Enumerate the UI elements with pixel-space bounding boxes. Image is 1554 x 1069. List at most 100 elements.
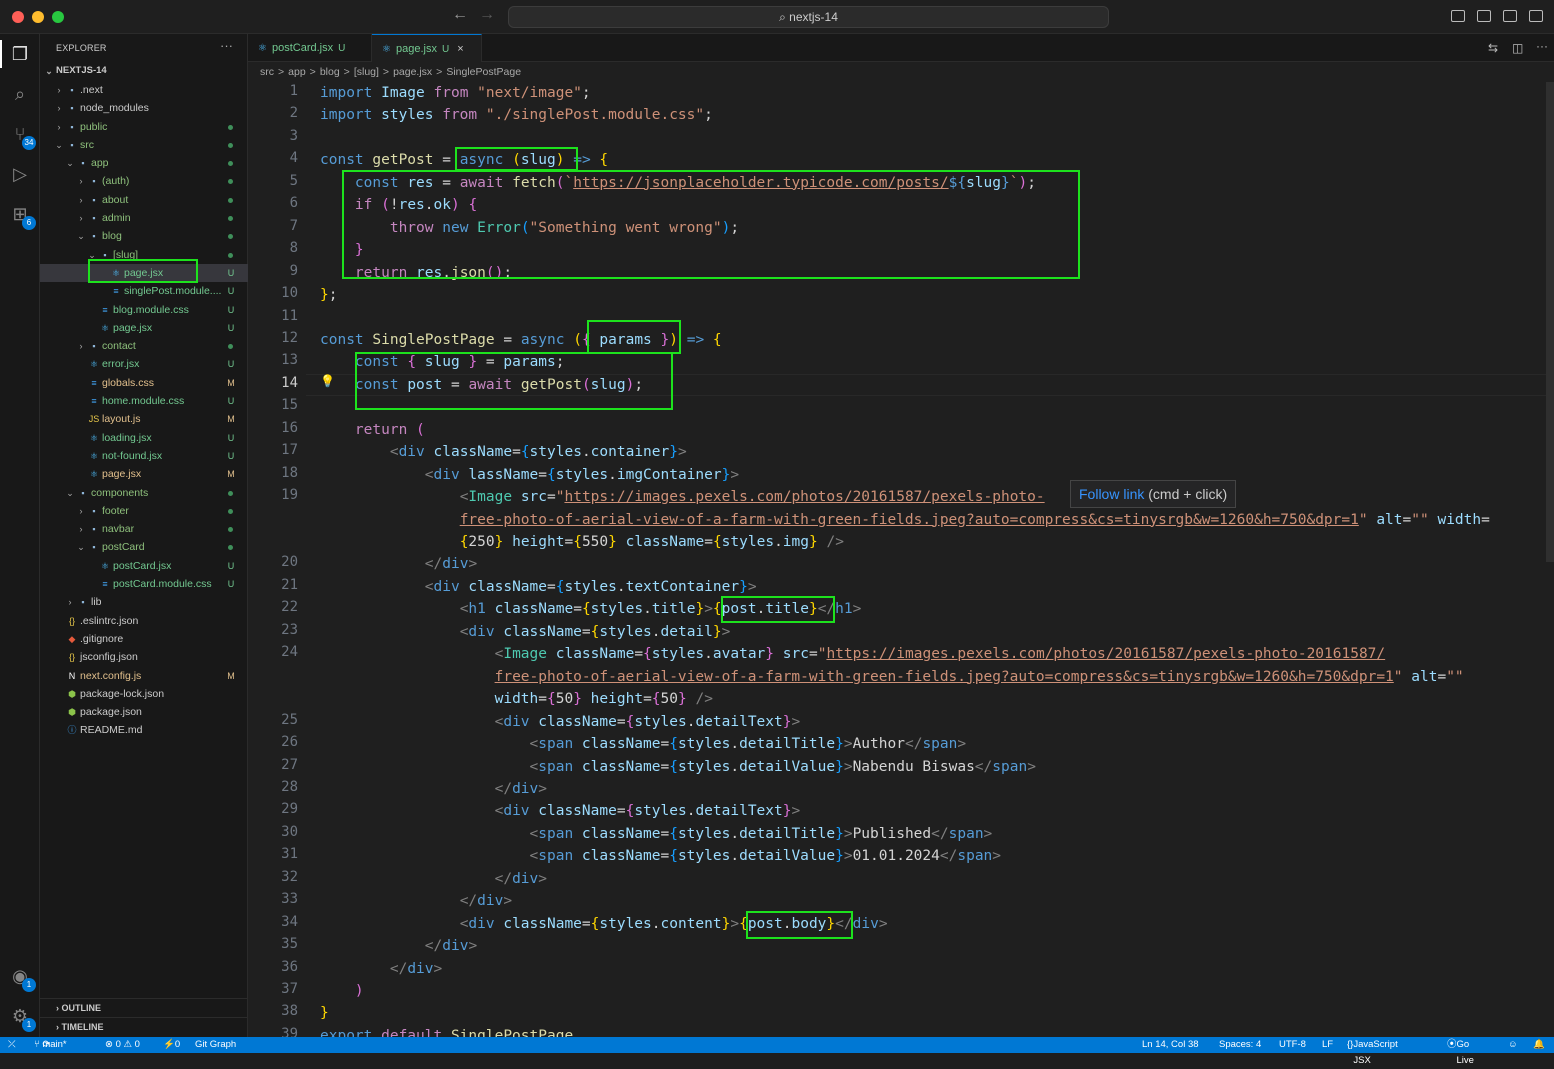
open-changes-icon[interactable]: ⇆ (1488, 41, 1498, 55)
code-token: return (354, 264, 417, 281)
source-control-icon[interactable]: ⑂ 34 (8, 122, 36, 150)
go-live-button[interactable]: ⦿ Go Live (1447, 1037, 1474, 1066)
tree-item[interactable]: › ▪ navbar (40, 520, 248, 538)
chevron-down-icon: ⌄ (66, 158, 74, 169)
code-token: { (643, 646, 652, 663)
feedback-icon[interactable]: ☺ (1508, 1037, 1518, 1053)
close-window-button[interactable] (12, 11, 24, 23)
language-mode[interactable]: {} JavaScript JSX (1347, 1037, 1398, 1066)
tree-item[interactable]: ⌄ ▪ src (40, 136, 248, 154)
tree-item[interactable]: ⬢ package-lock.json (40, 685, 248, 703)
tree-item[interactable]: ⚛ not-found.jsx U (40, 447, 248, 465)
customize-layout-icon[interactable] (1529, 10, 1543, 22)
tree-item[interactable]: ⌄ ▪ postCard (40, 538, 248, 556)
tree-item[interactable]: ⌄ ▪ components (40, 484, 248, 502)
breadcrumb-item[interactable]: [slug] (354, 66, 379, 78)
cursor-position[interactable]: Ln 14, Col 38 (1142, 1037, 1199, 1053)
extensions-icon[interactable]: ⊞ 6 (8, 202, 36, 230)
search-view-icon[interactable]: ⌕ (8, 82, 32, 106)
tree-item[interactable]: › ▪ public (40, 118, 248, 136)
tree-item[interactable]: ⚛ loading.jsx U (40, 429, 248, 447)
tree-item[interactable]: ≡ home.module.css U (40, 392, 248, 410)
follow-link[interactable]: Follow link (1079, 486, 1144, 502)
tree-item[interactable]: ⚛ error.jsx U (40, 355, 248, 373)
tree-item[interactable]: {} .eslintrc.json (40, 612, 248, 630)
explorer-icon[interactable]: ❐ (8, 42, 32, 66)
tree-item[interactable]: › ▪ (auth) (40, 172, 248, 190)
toggle-secondary-sidebar-icon[interactable] (1503, 10, 1517, 22)
close-tab-icon[interactable]: × (457, 43, 463, 55)
tree-item[interactable]: ⌄ ▪ app (40, 154, 248, 172)
toggle-sidebar-icon[interactable] (1451, 10, 1465, 22)
account-icon[interactable]: ◉ 1 (8, 964, 36, 992)
tree-item[interactable]: Nnext.config.js M (40, 667, 248, 685)
tree-item[interactable]: {} jsconfig.json (40, 648, 248, 666)
tree-item[interactable]: ⚛ page.jsx U (40, 319, 248, 337)
code-token: className (581, 758, 661, 775)
tree-item[interactable]: ⌄ ▪ [slug] (40, 246, 248, 264)
timeline-section[interactable]: › TIMELINE (40, 1017, 248, 1035)
more-actions-icon[interactable]: ··· (220, 38, 233, 53)
tree-item[interactable]: › ▪ about (40, 191, 248, 209)
back-arrow-icon[interactable]: ← (452, 6, 468, 24)
tab-postcard-jsx[interactable]: ⚛ postCard.jsx U (248, 34, 372, 62)
code-token: Image (503, 646, 556, 663)
tree-item[interactable]: ⚛ postCard.jsx U (40, 557, 248, 575)
breadcrumb-item[interactable]: page.jsx (393, 66, 432, 78)
code-token: fetch (512, 174, 556, 191)
notifications-bell-icon[interactable]: 🔔 (1533, 1037, 1545, 1053)
vertical-scrollbar[interactable] (1546, 82, 1554, 562)
tree-item[interactable]: › ▪ lib (40, 593, 248, 611)
tree-item[interactable]: ⬢ package.json (40, 703, 248, 721)
code-token: = (442, 174, 460, 191)
tree-item[interactable]: › ▪ contact (40, 337, 248, 355)
more-actions-icon[interactable]: ··· (1536, 39, 1548, 53)
forward-arrow-icon[interactable]: → (479, 6, 495, 24)
breadcrumb-item[interactable]: SinglePostPage (446, 66, 521, 78)
minimize-window-button[interactable] (32, 11, 44, 23)
outline-section[interactable]: › OUTLINE (40, 998, 248, 1016)
maximize-window-button[interactable] (52, 11, 64, 23)
tree-item[interactable]: ⓘ README.md (40, 721, 248, 739)
remote-icon[interactable]: ⤫ (8, 1037, 16, 1053)
tab-page-jsx[interactable]: ⚛ page.jsx U × (372, 34, 482, 62)
tree-item[interactable]: › ▪ footer (40, 502, 248, 520)
tree-item[interactable]: › ▪ .next (40, 81, 248, 99)
tree-item[interactable]: › ▪ admin (40, 209, 248, 227)
code-editor[interactable]: 1 2 3 4 5 6 7 8 9 10 11 12 13 14 15 16 17 18 19 20 21 22 23 24 2… (248, 82, 1554, 1037)
code-token: { (669, 736, 678, 753)
settings-gear-icon[interactable]: ⚙ 1 (8, 1004, 36, 1032)
breadcrumb-item[interactable]: blog (320, 66, 340, 78)
run-debug-icon[interactable]: ▷ (8, 162, 32, 186)
tree-item[interactable]: ≡ postCard.module.css U (40, 575, 248, 593)
breadcrumb-item[interactable]: app (288, 66, 306, 78)
breadcrumb-separator: > (382, 66, 390, 78)
tree-item[interactable]: ≡ globals.css M (40, 374, 248, 392)
command-center-search[interactable]: ⌕ nextjs-14 (508, 6, 1109, 28)
tree-item[interactable]: ⚛ page.jsx U (40, 263, 248, 283)
indentation[interactable]: Spaces: 4 (1219, 1037, 1261, 1053)
tree-item[interactable]: ⚛ page.jsx M (40, 465, 248, 483)
git-status-badge: M (227, 414, 235, 425)
workspace-root[interactable]: ⌄ NEXTJS-14 (40, 62, 248, 80)
branch-indicator[interactable]: ⑂ main* ⟳ (34, 1037, 67, 1053)
code-token: className (581, 848, 661, 865)
tree-item[interactable]: JS layout.js M (40, 410, 248, 428)
end-of-line[interactable]: LF (1322, 1037, 1333, 1053)
git-graph-button[interactable]: Git Graph (195, 1037, 236, 1053)
tree-item[interactable]: › ▪ node_modules (40, 99, 248, 117)
tree-item[interactable]: ◆ .gitignore (40, 630, 248, 648)
problems-indicator[interactable]: ⊗ 0 ⚠ 0 (105, 1037, 140, 1053)
breadcrumb-item[interactable]: src (260, 66, 274, 78)
tree-item[interactable]: ⌄ ▪ blog (40, 227, 248, 245)
tree-item[interactable]: ≡ singlePost.module.... U (40, 282, 248, 300)
ports-indicator[interactable]: ⚡0 (163, 1037, 180, 1053)
toggle-panel-icon[interactable] (1477, 10, 1491, 22)
code-token: title (651, 601, 696, 618)
tab-status: U (338, 43, 346, 54)
split-editor-icon[interactable]: ◫ (1512, 41, 1523, 55)
encoding[interactable]: UTF-8 (1279, 1037, 1306, 1053)
tree-item[interactable]: ≡ blog.module.css U (40, 301, 248, 319)
